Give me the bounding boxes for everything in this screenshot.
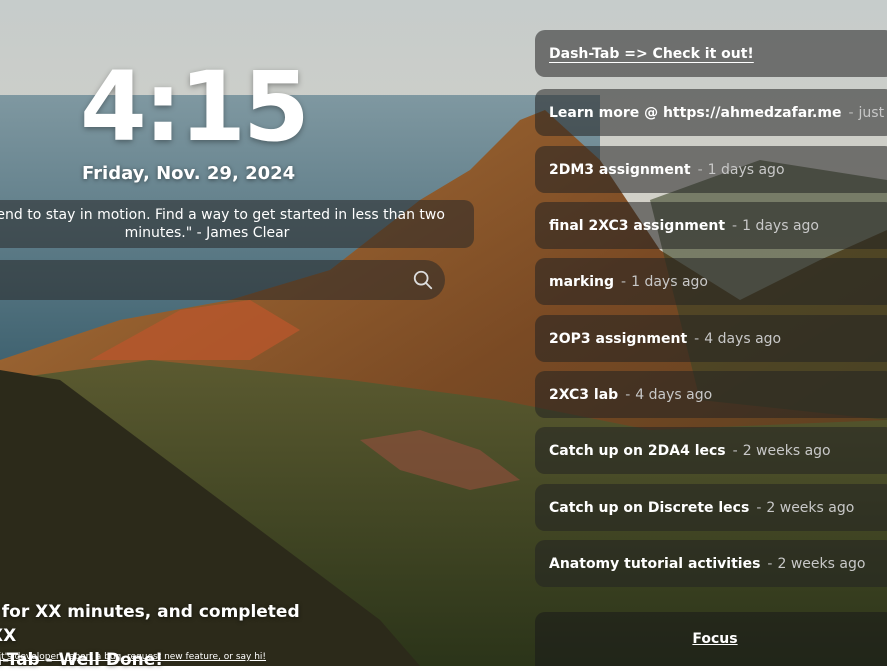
task-separator: - [767, 555, 773, 572]
task-time: 2 weeks ago [766, 499, 855, 516]
search-input[interactable] [10, 268, 374, 294]
task-name: Catch up on 2DA4 lecs [549, 442, 726, 459]
task-item[interactable]: marking -1 days ago [535, 258, 887, 305]
quote-line-1: on tend to stay in motion. Find a way to… [0, 207, 445, 223]
task-separator: - [621, 273, 627, 290]
quote-box: on tend to stay in motion. Find a way to… [0, 200, 474, 248]
task-name: 2XC3 lab [549, 386, 619, 403]
task-item[interactable]: final 2XC3 assignment -1 days ago [535, 202, 887, 249]
task-item[interactable]: Anatomy tutorial activities -2 weeks ago [535, 540, 887, 587]
task-name: Learn more @ https://ahmedzafar.me [549, 104, 842, 121]
task-separator: - [756, 499, 762, 516]
task-header-label: Dash-Tab => Check it out! [549, 45, 754, 62]
task-name: Catch up on Discrete lecs [549, 499, 750, 516]
task-item[interactable]: 2OP3 assignment -4 days ago [535, 315, 887, 362]
task-separator: - [732, 217, 738, 234]
task-header-dash-tab[interactable]: Dash-Tab => Check it out! [535, 30, 887, 77]
task-time: 1 days ago [631, 273, 708, 290]
task-time: 1 days ago [742, 217, 819, 234]
task-item[interactable]: Catch up on 2DA4 lecs -2 weeks ago [535, 427, 887, 474]
task-separator: - [697, 161, 703, 178]
focus-button[interactable]: Focus [692, 631, 737, 647]
task-name: 2OP3 assignment [549, 330, 688, 347]
developer-contact-link[interactable]: d it's developer, report a bug, request … [0, 652, 266, 662]
task-time: 4 days ago [704, 330, 782, 347]
search-bar[interactable] [0, 260, 445, 300]
task-separator: - [694, 330, 700, 347]
task-item[interactable]: Catch up on Discrete lecs -2 weeks ago [535, 484, 887, 531]
task-time: just now [858, 104, 887, 121]
task-item[interactable]: 2XC3 lab -4 days ago [535, 371, 887, 418]
search-icon[interactable] [412, 269, 434, 291]
task-name: marking [549, 273, 615, 290]
task-time: 2 weeks ago [777, 555, 866, 572]
task-separator: - [625, 386, 631, 403]
task-time: 1 days ago [707, 161, 785, 178]
task-item[interactable]: Learn more @ https://ahmedzafar.me - just … [535, 89, 887, 136]
focus-stats-line-1: l for XX minutes, and completed XX [0, 602, 300, 646]
task-separator: - [732, 442, 738, 459]
clock-date: Friday, Nov. 29, 2024 [82, 163, 296, 184]
clock-time: 4:15 [80, 51, 310, 163]
task-separator: - [848, 104, 854, 121]
task-time: 4 days ago [635, 386, 713, 403]
quote-line-2: minutes." - James Clear [124, 225, 290, 241]
task-name: final 2XC3 assignment [549, 217, 726, 234]
task-name: Anatomy tutorial activities [549, 555, 761, 572]
focus-bar: Focus [535, 612, 887, 666]
task-time: 2 weeks ago [742, 442, 831, 459]
task-name: 2DM3 assignment [549, 161, 691, 178]
task-item[interactable]: 2DM3 assignment -1 days ago [535, 146, 887, 193]
